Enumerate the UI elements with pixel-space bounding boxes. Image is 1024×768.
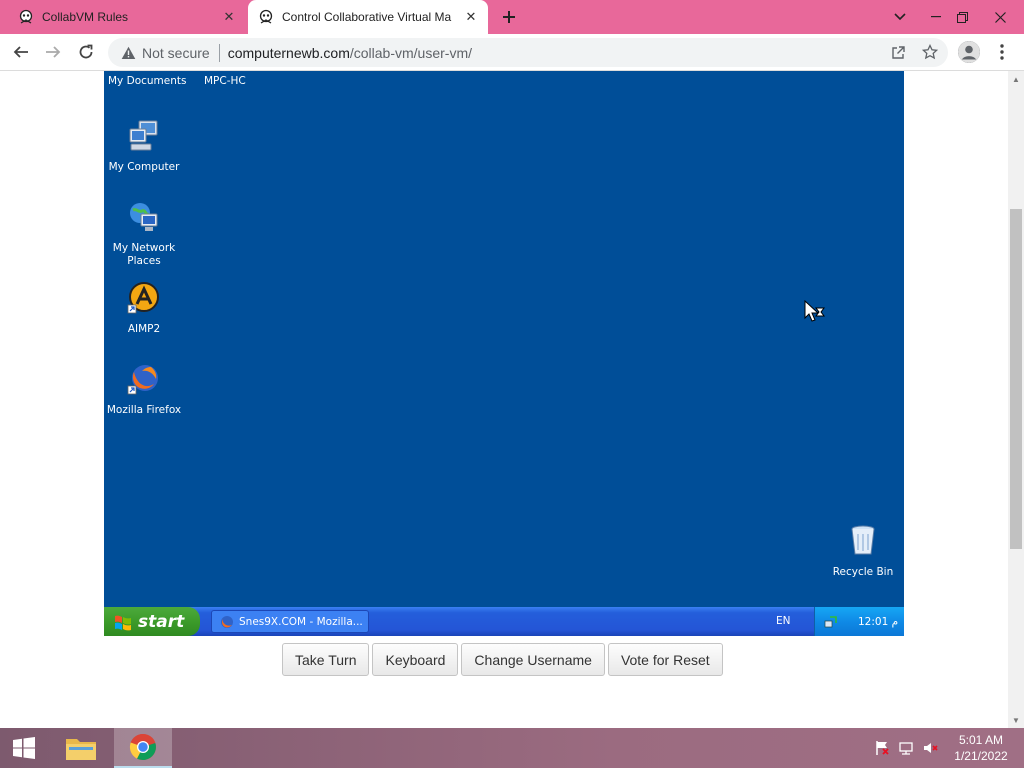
tray-network-icon[interactable] (824, 615, 838, 629)
chevron-down-icon (894, 13, 906, 21)
new-tab-button[interactable] (498, 6, 520, 28)
star-icon (922, 44, 938, 60)
host-taskbar: 5:01 AM 1/21/2022 (0, 728, 1024, 768)
restore-button[interactable] (946, 0, 978, 34)
desktop-icon-label-my-documents[interactable]: My Documents (108, 75, 186, 87)
divider (218, 43, 220, 62)
url-path: /collab-vm/user-vm/ (349, 44, 473, 61)
close-icon[interactable]: ✕ (462, 8, 480, 26)
host-start-button[interactable] (0, 728, 48, 768)
security-status-label[interactable]: Not secure (142, 45, 210, 61)
recycle-bin-icon (851, 525, 875, 555)
desktop-icon-label-mpc-hc[interactable]: MPC-HC (204, 75, 246, 87)
action-center-flag-icon[interactable] (874, 740, 890, 756)
restore-icon (956, 11, 968, 23)
url-host: computernewb.com (227, 44, 350, 61)
vm-taskbar: start Snes9X.COM - Mozilla... EN 12:01 م (104, 607, 904, 636)
desktop-icon-my-computer[interactable]: My Computer (104, 119, 184, 174)
taskbar-chrome[interactable] (114, 728, 172, 768)
scrollbar-thumb[interactable] (1010, 209, 1022, 549)
address-bar[interactable]: Not secure computernewb.com/collab-vm/us… (108, 38, 948, 67)
warning-icon[interactable] (120, 45, 136, 61)
vm-language-indicator[interactable]: EN (776, 615, 791, 627)
desktop-icon-aimp2[interactable]: AIMP2 (104, 281, 184, 336)
windows-logo-icon (13, 737, 35, 759)
desktop-icon-label: Recycle Bin (832, 566, 894, 578)
host-time: 5:01 AM (958, 733, 1004, 747)
scroll-up-arrow-icon[interactable]: ▲ (1008, 71, 1024, 87)
desktop-icon-mozilla-firefox[interactable]: Mozilla Firefox (104, 362, 184, 417)
change-username-button[interactable]: Change Username (461, 643, 605, 676)
arrow-right-icon (46, 46, 61, 58)
vm-taskbar-item-label: Snes9X.COM - Mozilla... (239, 615, 363, 628)
bookmark-button[interactable] (919, 41, 941, 63)
collabvm-favicon-icon (19, 9, 33, 24)
page-scrollbar[interactable]: ▲ ▼ (1008, 71, 1024, 728)
take-turn-button[interactable]: Take Turn (282, 643, 370, 676)
share-button[interactable] (887, 41, 909, 63)
volume-muted-icon[interactable] (922, 740, 938, 756)
tab-collabvm-rules[interactable]: CollabVM Rules ✕ (0, 0, 246, 34)
reload-button[interactable] (73, 39, 99, 65)
keyboard-button[interactable]: Keyboard (372, 643, 459, 676)
vm-control-buttons: Take Turn Keyboard Change Username Vote … (282, 643, 723, 677)
vm-clock: 12:01 م (858, 615, 899, 628)
more-vertical-icon (1000, 44, 1004, 60)
aimp2-icon (127, 282, 159, 314)
close-window-button[interactable] (984, 0, 1016, 34)
busy-cursor-icon (804, 300, 825, 322)
tab-title: CollabVM Rules (42, 10, 129, 24)
network-places-icon (130, 203, 158, 231)
forward-button[interactable] (40, 39, 66, 65)
taskbar-file-explorer[interactable] (58, 728, 104, 768)
browser-menu-button[interactable] (992, 40, 1012, 64)
desktop-icon-label: My Network Places (112, 242, 176, 267)
vm-display[interactable]: My Documents MPC-HC My Computer My Netwo… (104, 71, 904, 636)
reload-icon (79, 44, 93, 59)
url-text[interactable]: computernewb.com/collab-vm/user-vm/ (228, 45, 472, 61)
desktop-icon-my-network-places[interactable]: My Network Places (104, 200, 184, 268)
folder-icon (66, 739, 96, 760)
my-computer-icon (129, 120, 158, 151)
desktop-icon-recycle-bin[interactable]: Recycle Bin (823, 524, 903, 579)
close-icon[interactable]: ✕ (220, 8, 238, 26)
host-clock[interactable]: 5:01 AM 1/21/2022 (946, 732, 1016, 764)
tab-search-button[interactable] (884, 0, 916, 34)
close-icon (994, 11, 1006, 23)
collabvm-favicon-icon (259, 9, 273, 24)
plus-icon (503, 11, 515, 23)
vm-taskbar-item-firefox[interactable]: Snes9X.COM - Mozilla... (211, 610, 369, 633)
firefox-icon (127, 365, 158, 395)
network-icon[interactable] (898, 740, 914, 756)
desktop-icon-label: My Computer (108, 161, 180, 173)
share-icon (891, 45, 905, 59)
browser-tab-strip: CollabVM Rules ✕ Control Collaborative V… (0, 0, 1024, 34)
host-date: 1/21/2022 (954, 749, 1008, 763)
tab-title: Control Collaborative Virtual Ma (282, 10, 452, 24)
arrow-left-icon (13, 46, 28, 58)
vm-start-label: start (138, 611, 185, 632)
vote-for-reset-button[interactable]: Vote for Reset (607, 643, 723, 676)
vm-system-tray: 12:01 م (814, 607, 904, 636)
profile-avatar-button[interactable] (958, 41, 980, 63)
minimize-icon (931, 16, 941, 18)
scroll-down-arrow-icon[interactable]: ▼ (1008, 712, 1024, 728)
desktop-icon-label: Mozilla Firefox (106, 404, 182, 416)
tab-control-collaborative-vm[interactable]: Control Collaborative Virtual Ma ✕ (248, 0, 488, 34)
browser-toolbar: Not secure computernewb.com/collab-vm/us… (0, 34, 1024, 71)
chrome-icon (129, 733, 156, 761)
windows-xp-logo-icon (115, 615, 131, 630)
firefox-icon (221, 615, 233, 628)
vm-start-button[interactable]: start (104, 607, 200, 636)
page-viewport: My Documents MPC-HC My Computer My Netwo… (0, 71, 1024, 728)
back-button[interactable] (8, 39, 34, 65)
avatar-icon (958, 41, 980, 63)
desktop-icon-label: AIMP2 (127, 323, 161, 335)
